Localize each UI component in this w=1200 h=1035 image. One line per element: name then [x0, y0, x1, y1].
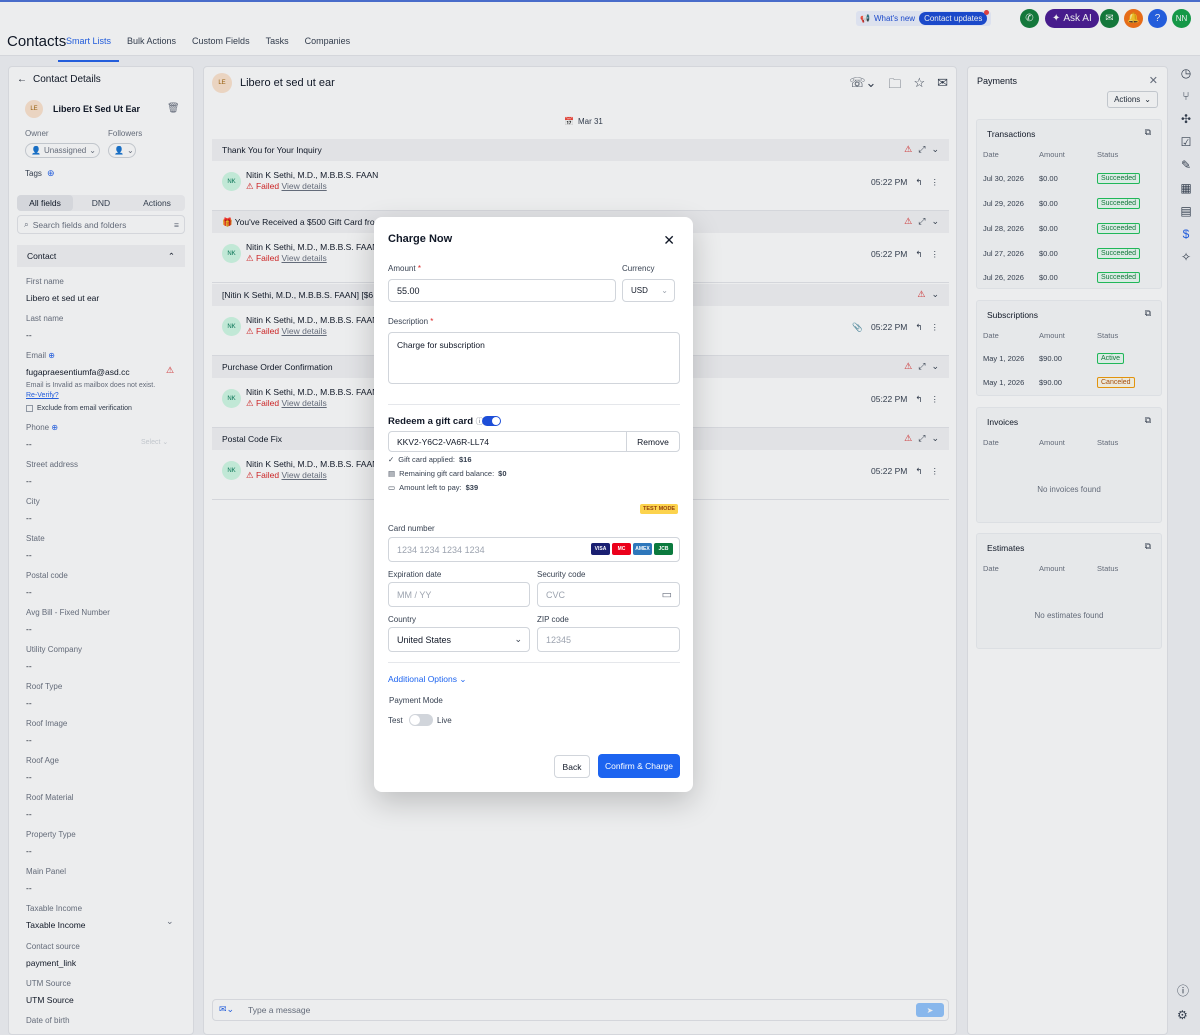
gift-card-code-input[interactable]: KKV2-Y6C2-VA6R-LL74	[388, 431, 627, 452]
country-value: United States	[397, 634, 452, 645]
expiry-label: Expiration date	[388, 570, 442, 579]
receipt-icon: ▤	[388, 469, 396, 478]
card-number-label: Card number	[388, 524, 435, 533]
amex-icon: AMEX	[633, 543, 652, 555]
amount-left-value: $39	[465, 483, 479, 492]
gift-card-label: Redeem a gift card ⓘ	[388, 416, 484, 427]
amount-left-label: Amount left to pay:	[399, 483, 462, 492]
required-marker: *	[430, 317, 434, 326]
chevron-down-icon: ⌄	[661, 286, 668, 295]
zip-label: ZIP code	[537, 615, 569, 624]
visa-icon: VISA	[591, 543, 610, 555]
back-button[interactable]: Back	[554, 755, 590, 778]
gift-card-label-text: Redeem a gift card	[388, 416, 473, 427]
currency-select[interactable]: USD ⌄	[622, 279, 675, 302]
currency-value: USD	[631, 286, 648, 295]
card-brand-logos: VISA MC AMEX JCB	[591, 543, 673, 555]
required-marker: *	[417, 264, 421, 273]
chevron-down-icon: ⌄	[459, 674, 467, 684]
remaining-balance-line: ▤ Remaining gift card balance: $0	[388, 469, 507, 478]
description-label-text: Description	[388, 317, 429, 326]
modal-title: Charge Now	[388, 233, 453, 245]
description-label: Description *	[388, 317, 433, 326]
payment-mode-label: Payment Mode	[389, 696, 443, 705]
gift-applied-value: $16	[459, 455, 472, 464]
amount-input[interactable]: 55.00	[388, 279, 616, 302]
security-placeholder: CVC	[546, 589, 566, 600]
gift-applied-line: ✓ Gift card applied: $16	[388, 455, 472, 464]
gift-applied-label: Gift card applied:	[398, 455, 455, 464]
charge-now-modal: Charge Now ✕ Amount * 55.00 Currency USD…	[374, 217, 693, 792]
card-number-placeholder: 1234 1234 1234 1234	[397, 544, 485, 555]
jcb-icon: JCB	[654, 543, 673, 555]
remaining-value: $0	[498, 469, 507, 478]
chevron-down-icon: ⌄	[514, 634, 522, 644]
mode-test-label: Test	[388, 716, 403, 725]
remove-gift-card-button[interactable]: Remove	[626, 431, 680, 452]
card-icon: ▭	[388, 483, 396, 492]
country-label: Country	[388, 615, 417, 624]
divider	[388, 404, 680, 405]
mastercard-icon: MC	[612, 543, 631, 555]
amount-left-line: ▭ Amount left to pay: $39	[388, 483, 478, 492]
check-circle-icon: ✓	[388, 455, 395, 464]
confirm-charge-button[interactable]: Confirm & Charge	[598, 754, 680, 778]
remaining-label: Remaining gift card balance:	[399, 469, 495, 478]
test-mode-badge: TEST MODE	[640, 504, 679, 514]
payment-mode-toggle[interactable]	[409, 714, 433, 726]
mode-live-label: Live	[437, 716, 452, 725]
amount-label: Amount *	[388, 264, 421, 273]
gift-card-toggle[interactable]	[482, 416, 501, 426]
currency-label: Currency	[622, 264, 655, 273]
security-code-input[interactable]: CVC ▭	[537, 582, 680, 607]
description-textarea[interactable]: Charge for subscription	[388, 332, 680, 384]
security-code-label: Security code	[537, 570, 586, 579]
zip-input[interactable]: 12345	[537, 627, 680, 652]
divider	[388, 662, 680, 663]
expiry-input[interactable]: MM / YY	[388, 582, 530, 607]
cvc-card-icon: ▭	[661, 589, 672, 601]
amount-label-text: Amount	[388, 264, 416, 273]
close-icon[interactable]: ✕	[663, 232, 675, 249]
additional-options-toggle[interactable]: Additional Options ⌄	[388, 674, 467, 685]
additional-options-label: Additional Options	[388, 674, 457, 684]
card-number-input[interactable]: 1234 1234 1234 1234 VISA MC AMEX JCB	[388, 537, 680, 562]
country-select[interactable]: United States ⌄	[388, 627, 530, 652]
